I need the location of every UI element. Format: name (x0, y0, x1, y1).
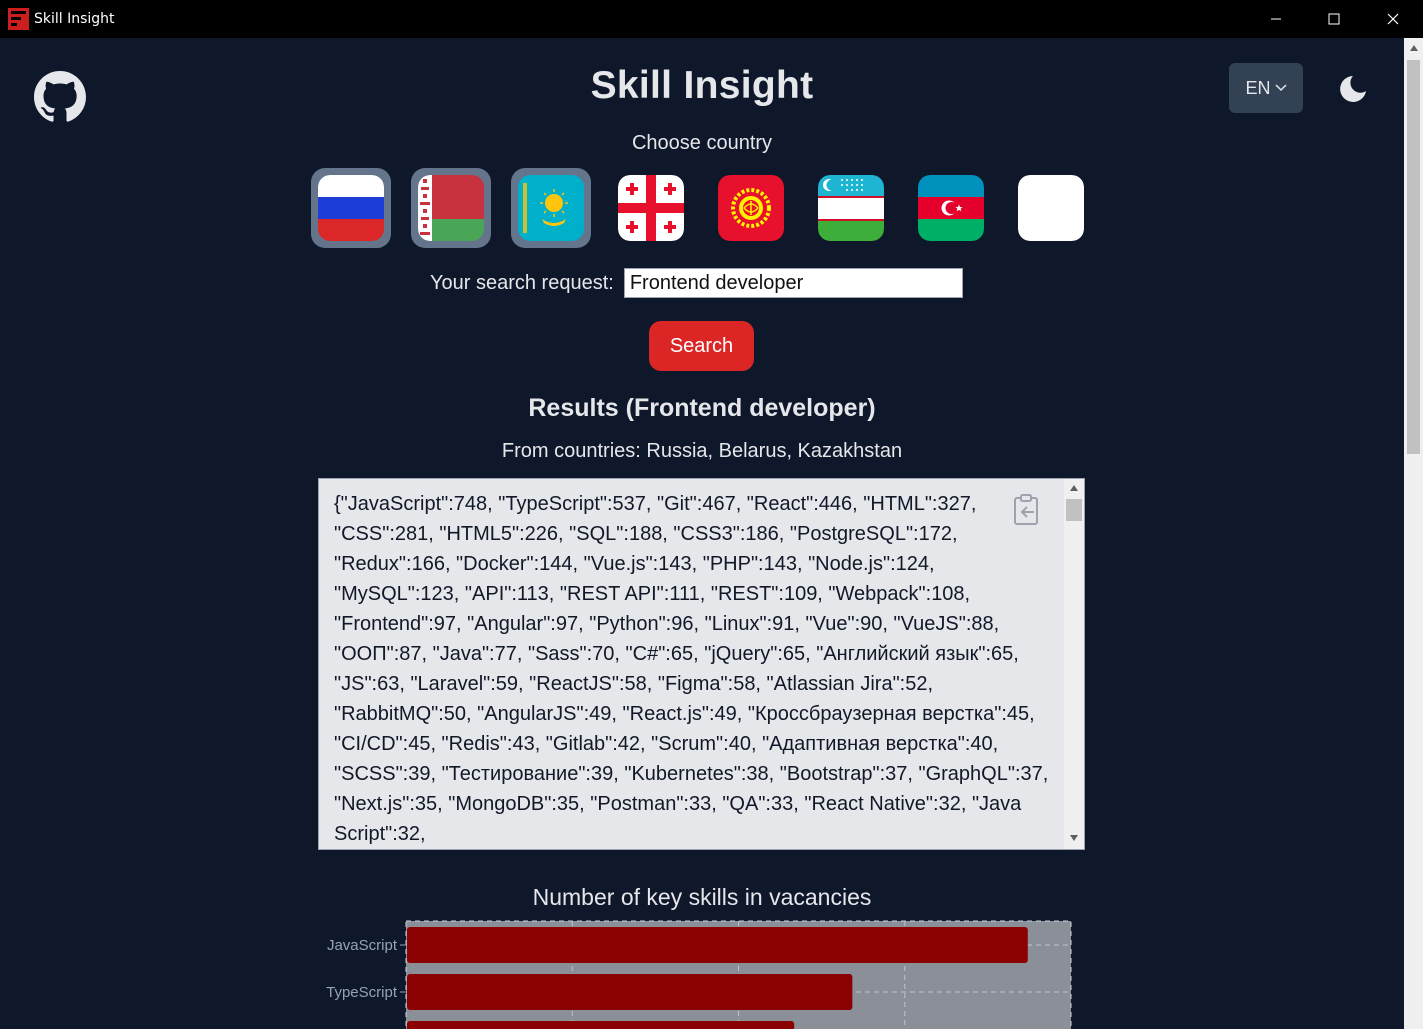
results-scrollbar[interactable] (1064, 479, 1084, 849)
page-title: Skill Insight (590, 64, 814, 107)
app-content: Skill Insight EN Choose country Your sea… (0, 38, 1404, 1029)
window-scrollbar[interactable] (1404, 38, 1423, 1029)
chart-bar-javascript[interactable] (407, 927, 1028, 963)
flag-blank-button[interactable] (1011, 168, 1091, 248)
flag-kyrgyzstan-button[interactable] (711, 168, 791, 248)
scroll-down-icon[interactable] (1069, 834, 1079, 842)
window-title: Skill Insight (34, 11, 115, 27)
app-logo-icon (8, 8, 29, 30)
window-scroll-thumb[interactable] (1407, 60, 1420, 454)
close-button[interactable] (1364, 0, 1422, 38)
chart-title: Number of key skills in vacancies (532, 884, 872, 910)
uzbekistan-flag-icon (818, 175, 884, 241)
kyrgyzstan-flag-icon (718, 175, 784, 241)
results-text: {"JavaScript":748, "TypeScript":537, "Gi… (334, 493, 1049, 845)
results-scroll-thumb[interactable] (1066, 499, 1082, 521)
scroll-up-button[interactable] (1404, 38, 1423, 58)
results-title: Results (Frontend developer) (528, 394, 876, 422)
scroll-up-icon[interactable] (1069, 484, 1079, 492)
moon-icon[interactable] (1336, 72, 1370, 106)
minimize-button[interactable] (1247, 0, 1305, 38)
flag-belarus-button[interactable] (411, 168, 491, 248)
close-icon (1387, 13, 1399, 25)
results-textbox[interactable]: {"JavaScript":748, "TypeScript":537, "Gi… (318, 478, 1085, 850)
maximize-button[interactable] (1305, 0, 1363, 38)
russia-flag-icon (318, 175, 384, 241)
georgia-flag-icon (618, 175, 684, 241)
azerbaijan-flag-icon (918, 175, 984, 241)
clipboard-icon[interactable] (1012, 493, 1042, 527)
flag-georgia-button[interactable] (611, 168, 691, 248)
search-button[interactable]: Search (649, 321, 754, 371)
skills-bar-chart: JavaScriptTypeScriptGit (326, 920, 1072, 1029)
chart-bar-git[interactable] (407, 1021, 795, 1029)
minimize-icon (1271, 18, 1281, 20)
search-input[interactable] (623, 268, 963, 298)
choose-country-label: Choose country (631, 132, 773, 154)
language-select[interactable]: EN (1229, 63, 1303, 113)
window-titlebar: Skill Insight (0, 0, 1423, 38)
blank-flag-icon (1018, 175, 1084, 241)
maximize-icon (1328, 13, 1340, 25)
scroll-up-icon (1409, 45, 1418, 51)
flag-azerbaijan-button[interactable] (911, 168, 991, 248)
kazakhstan-flag-icon (518, 175, 584, 241)
flag-russia-button[interactable] (311, 168, 391, 248)
belarus-flag-icon (418, 175, 484, 241)
search-label: Your search request: (430, 271, 614, 294)
chart-tick-label: JavaScript (327, 937, 398, 954)
chart-tick-label: TypeScript (326, 984, 398, 1001)
chart-bar-typescript[interactable] (407, 974, 853, 1010)
flag-uzbekistan-button[interactable] (811, 168, 891, 248)
language-label: EN (1245, 77, 1271, 98)
flag-kazakhstan-button[interactable] (511, 168, 591, 248)
results-countries: From countries: Russia, Belarus, Kazakhs… (501, 440, 903, 462)
chevron-down-icon (1274, 84, 1287, 92)
search-row: Your search request: (430, 268, 963, 298)
